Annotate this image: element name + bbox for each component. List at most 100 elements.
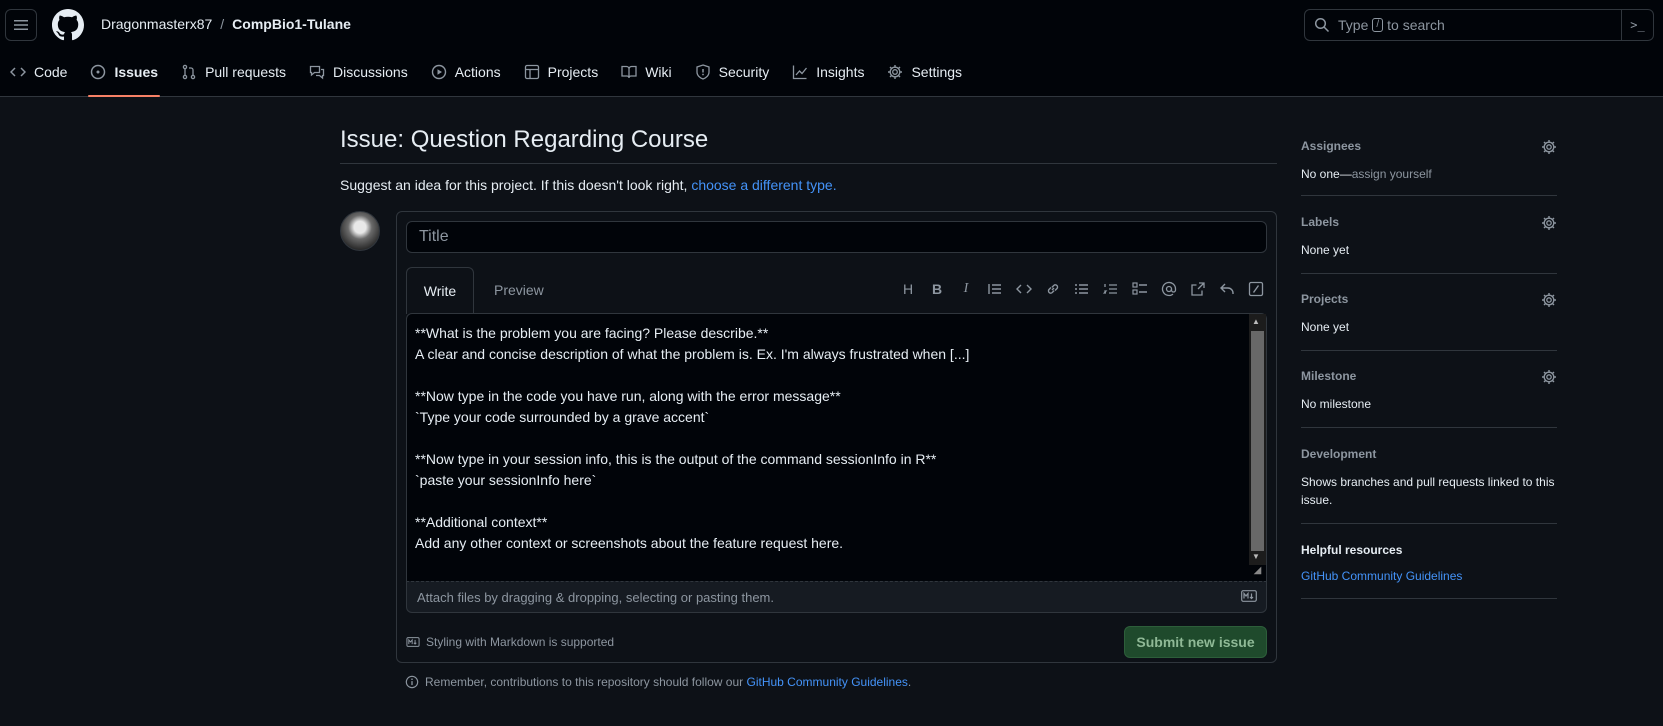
tab-issues[interactable]: Issues xyxy=(80,53,168,97)
issue-composer: Title Write Preview H B I **What is the … xyxy=(396,211,1277,663)
tab-settings[interactable]: Settings xyxy=(877,53,972,91)
slash-commands-icon[interactable] xyxy=(1247,280,1265,298)
tab-write[interactable]: Write xyxy=(406,267,474,314)
projects-value: None yet xyxy=(1301,320,1350,334)
code-icon[interactable] xyxy=(1015,280,1033,298)
assignees-section: Assignees No one—assign yourself xyxy=(1301,139,1557,196)
milestone-value: No milestone xyxy=(1301,397,1372,411)
unordered-list-icon[interactable] xyxy=(1073,280,1091,298)
markdown-icon xyxy=(1241,590,1257,602)
composer-footer: Styling with Markdown is supported Submi… xyxy=(406,626,1267,658)
markdown-toolbar: H B I xyxy=(899,280,1265,298)
contribution-reminder: Remember, contributions to this reposito… xyxy=(405,675,911,689)
reminder-text: Remember, contributions to this reposito… xyxy=(425,675,747,689)
issue-icon xyxy=(91,64,106,80)
community-guidelines-link[interactable]: GitHub Community Guidelines xyxy=(747,675,908,689)
milestone-section: Milestone No milestone xyxy=(1301,369,1557,428)
repo-owner-link[interactable]: Dragonmasterx87 xyxy=(101,16,212,32)
markdown-note-text: Styling with Markdown is supported xyxy=(426,635,615,649)
scrollbar-thumb[interactable] xyxy=(1251,331,1264,551)
labels-gear-icon[interactable] xyxy=(1541,215,1557,234)
attach-files-dropzone[interactable]: Attach files by dragging & dropping, sel… xyxy=(406,581,1267,613)
development-value: Shows branches and pull requests linked … xyxy=(1301,475,1555,507)
tab-label: Settings xyxy=(911,64,963,80)
assignees-gear-icon[interactable] xyxy=(1541,139,1557,158)
tab-label: Insights xyxy=(816,64,865,80)
saved-replies-icon[interactable] xyxy=(1218,280,1236,298)
hamburger-menu-button[interactable] xyxy=(5,9,37,41)
scroll-up-arrow-icon[interactable]: ▲ xyxy=(1252,317,1260,326)
template-hint-text: Suggest an idea for this project. If thi… xyxy=(340,177,692,193)
link-icon[interactable] xyxy=(1044,280,1062,298)
command-palette-button[interactable]: >_ xyxy=(1621,10,1653,40)
quote-icon[interactable] xyxy=(986,280,1004,298)
scroll-down-arrow-icon[interactable]: ▼ xyxy=(1252,552,1260,561)
submit-new-issue-button[interactable]: Submit new issue xyxy=(1124,626,1267,658)
issue-body-textarea[interactable]: **What is the problem you are facing? Pl… xyxy=(406,313,1267,582)
tab-actions[interactable]: Actions xyxy=(421,53,511,91)
mention-icon[interactable] xyxy=(1160,280,1178,298)
code-icon xyxy=(10,67,26,77)
github-logo-icon[interactable] xyxy=(52,9,84,41)
tab-label: Issues xyxy=(114,64,159,80)
table-icon xyxy=(524,64,539,80)
discussions-icon xyxy=(309,65,325,80)
tab-security[interactable]: Security xyxy=(685,53,780,91)
tab-label: Discussions xyxy=(333,64,408,80)
issue-body-text: **What is the problem you are facing? Pl… xyxy=(415,325,970,551)
helpful-resources-heading: Helpful resources xyxy=(1301,543,1403,557)
search-placeholder-pre: Type xyxy=(1338,17,1369,33)
tab-insights[interactable]: Insights xyxy=(782,53,874,91)
tab-projects[interactable]: Projects xyxy=(514,53,609,91)
community-guidelines-sidebar-link[interactable]: GitHub Community Guidelines xyxy=(1301,569,1557,583)
resize-handle-icon[interactable]: ◢ xyxy=(1249,565,1266,582)
title-field[interactable]: Title xyxy=(406,221,1267,253)
gear-icon xyxy=(888,65,903,79)
development-section: Development Shows branches and pull requ… xyxy=(1301,447,1557,524)
labels-section: Labels None yet xyxy=(1301,215,1557,274)
info-icon xyxy=(405,675,419,689)
avatar[interactable] xyxy=(340,211,380,251)
tab-pull-requests[interactable]: Pull requests xyxy=(171,53,296,91)
tab-label: Projects xyxy=(547,64,599,80)
tab-label: Pull requests xyxy=(205,64,286,80)
menu-icon xyxy=(14,20,28,30)
task-list-icon[interactable] xyxy=(1131,280,1149,298)
editor-scrollbar[interactable]: ▲ ▼ ◢ xyxy=(1249,314,1266,582)
labels-value: None yet xyxy=(1301,243,1350,257)
tab-label: Security xyxy=(718,64,770,80)
graph-icon xyxy=(793,65,808,80)
cross-reference-icon[interactable] xyxy=(1189,280,1207,298)
tab-label: Actions xyxy=(454,64,501,80)
attach-files-text: Attach files by dragging & dropping, sel… xyxy=(417,590,774,605)
helpful-resources-section: Helpful resources GitHub Community Guide… xyxy=(1301,543,1557,599)
pull-request-icon xyxy=(182,64,196,80)
markdown-icon xyxy=(406,637,420,647)
tab-discussions[interactable]: Discussions xyxy=(299,53,418,91)
tab-preview[interactable]: Preview xyxy=(494,282,544,298)
heading-icon[interactable]: H xyxy=(899,280,917,298)
page-title: Issue: Question Regarding Course xyxy=(340,126,1277,164)
choose-different-type-link[interactable]: choose a different type. xyxy=(691,177,836,193)
labels-heading: Labels xyxy=(1301,215,1340,229)
markdown-supported-note[interactable]: Styling with Markdown is supported xyxy=(406,635,614,649)
search-input[interactable]: Type / to search >_ xyxy=(1304,9,1654,41)
development-heading: Development xyxy=(1301,447,1377,461)
repo-name-link[interactable]: CompBio1-Tulane xyxy=(232,16,351,32)
projects-heading: Projects xyxy=(1301,292,1349,306)
search-icon xyxy=(1314,17,1330,33)
reminder-end: . xyxy=(907,675,912,689)
projects-section: Projects None yet xyxy=(1301,292,1557,351)
play-icon xyxy=(431,64,446,80)
tab-code[interactable]: Code xyxy=(0,53,77,91)
search-shortcut-key: / xyxy=(1372,18,1384,32)
tab-wiki[interactable]: Wiki xyxy=(611,53,681,91)
milestone-gear-icon[interactable] xyxy=(1541,369,1557,388)
italic-icon[interactable]: I xyxy=(957,280,975,298)
book-icon xyxy=(621,65,637,79)
repo-nav: Code Issues Pull requests Discussions Ac… xyxy=(0,53,975,97)
assign-yourself-link[interactable]: assign yourself xyxy=(1352,167,1432,181)
bold-icon[interactable]: B xyxy=(928,280,946,298)
ordered-list-icon[interactable] xyxy=(1102,280,1120,298)
projects-gear-icon[interactable] xyxy=(1541,292,1557,311)
